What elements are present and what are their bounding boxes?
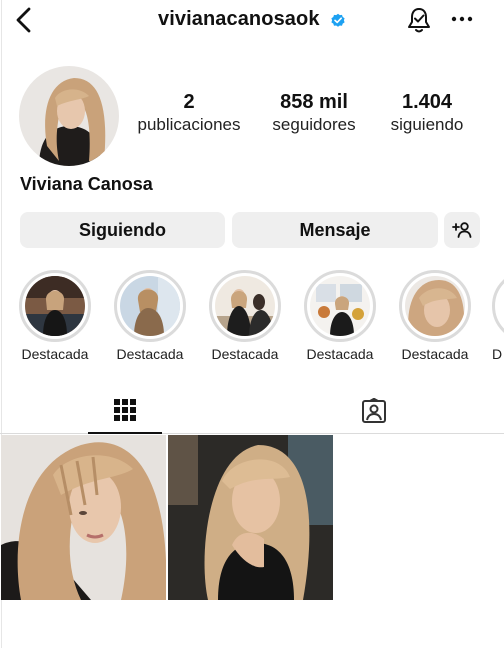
highlight-label: Destacada bbox=[211, 346, 279, 362]
suggested-accounts-button[interactable] bbox=[444, 212, 480, 248]
highlight-item[interactable]: Destacada bbox=[207, 270, 283, 362]
verified-badge-icon bbox=[331, 13, 345, 27]
profile-tabs bbox=[0, 388, 504, 434]
followers-count: 858 mil bbox=[280, 91, 348, 113]
message-button[interactable]: Mensaje bbox=[232, 212, 438, 248]
highlight-ring bbox=[492, 270, 504, 342]
highlight-cover-image bbox=[120, 276, 180, 336]
highlight-item[interactable]: Destacada bbox=[112, 270, 188, 362]
posts-label: publicaciones bbox=[137, 115, 241, 134]
avatar[interactable] bbox=[19, 66, 119, 166]
highlight-cover bbox=[25, 276, 85, 336]
highlight-ring bbox=[114, 270, 186, 342]
highlight-cover bbox=[310, 276, 370, 336]
notification-bell-icon bbox=[408, 8, 430, 33]
highlight-cover-image bbox=[310, 276, 370, 336]
post-thumbnail[interactable] bbox=[168, 435, 333, 600]
photo-woman-black-turtleneck bbox=[168, 435, 333, 600]
grid-icon bbox=[114, 399, 136, 421]
highlight-ring bbox=[19, 270, 91, 342]
highlight-label: D bbox=[492, 346, 503, 362]
highlight-cover bbox=[120, 276, 180, 336]
more-horizontal-icon bbox=[451, 16, 473, 22]
highlight-ring bbox=[399, 270, 471, 342]
stat-following[interactable]: 1.404 siguiendo bbox=[382, 90, 472, 136]
highlight-cover-image bbox=[25, 276, 85, 336]
post-thumbnail[interactable] bbox=[1, 435, 166, 600]
tab-tagged[interactable] bbox=[337, 388, 411, 434]
following-label: siguiendo bbox=[390, 115, 464, 134]
followers-label: seguidores bbox=[272, 115, 356, 134]
add-person-icon bbox=[452, 222, 472, 238]
highlight-ring bbox=[209, 270, 281, 342]
stat-posts[interactable]: 2 publicaciones bbox=[134, 90, 244, 136]
message-button-label: Mensaje bbox=[299, 219, 371, 240]
highlight-item[interactable]: Destacada bbox=[397, 270, 473, 362]
highlight-item[interactable]: Destacada bbox=[302, 270, 378, 362]
stat-followers[interactable]: 858 mil seguidores bbox=[258, 90, 370, 136]
following-count: 1.404 bbox=[401, 91, 453, 113]
posts-count: 2 bbox=[183, 91, 195, 113]
tab-posts-grid[interactable] bbox=[88, 388, 162, 434]
highlight-item[interactable]: D bbox=[492, 270, 504, 362]
tagged-person-icon bbox=[362, 398, 386, 423]
following-button[interactable]: Siguiendo bbox=[20, 212, 225, 248]
highlight-cover-image bbox=[405, 276, 465, 336]
notifications-button[interactable] bbox=[406, 6, 432, 34]
highlight-label: Destacada bbox=[21, 346, 89, 362]
highlight-label: Destacada bbox=[306, 346, 374, 362]
profile-header: vivianacanosaok bbox=[0, 0, 504, 44]
highlight-label: Destacada bbox=[401, 346, 469, 362]
highlight-item[interactable]: Destacada bbox=[17, 270, 93, 362]
username: vivianacanosaok bbox=[157, 8, 320, 30]
highlight-cover-image bbox=[215, 276, 275, 336]
highlight-label: Destacada bbox=[116, 346, 184, 362]
highlight-cover bbox=[215, 276, 275, 336]
photo-woman-blonde-bangs bbox=[1, 435, 166, 600]
profile-photo bbox=[19, 66, 119, 166]
display-name: Viviana Canosa bbox=[20, 174, 153, 194]
following-button-label: Siguiendo bbox=[79, 219, 166, 240]
highlight-cover bbox=[405, 276, 465, 336]
more-options-button[interactable] bbox=[449, 9, 475, 29]
highlight-ring bbox=[304, 270, 376, 342]
